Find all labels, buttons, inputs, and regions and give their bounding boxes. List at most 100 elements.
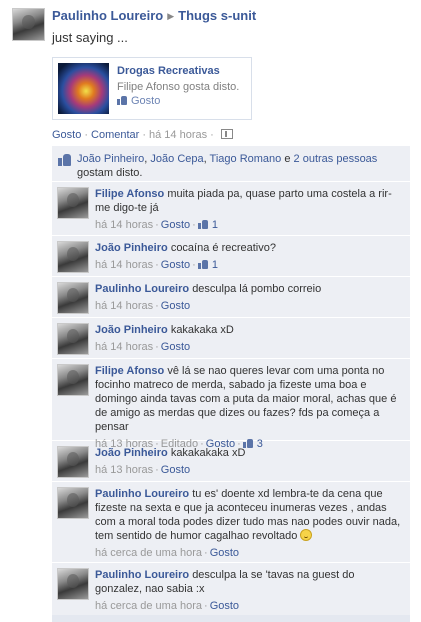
comment-text: kakakaka xD — [170, 324, 234, 336]
comment-avatar[interactable] — [57, 187, 89, 219]
likes-text: João Pinheiro, João Cepa, Tiago Romano e… — [77, 152, 397, 180]
comment-body: João Pinheiro kakakakaka xD há 13 horas ·… — [95, 446, 403, 477]
separator: · — [155, 300, 159, 312]
liker-link[interactable]: Tiago Romano — [210, 153, 282, 165]
likes-suffix: gostam disto. — [77, 167, 143, 179]
attachment-card[interactable]: Drogas Recreativas Filipe Afonso gosta d… — [52, 57, 252, 120]
separator: · — [192, 259, 196, 271]
like-button[interactable]: Gosto — [52, 129, 81, 141]
separator: · — [84, 129, 89, 141]
comment-author[interactable]: Paulinho Loureiro — [95, 569, 189, 581]
comment-body: Filipe Afonso vê lá se nao queres levar … — [95, 364, 403, 451]
post-timestamp[interactable]: há 14 horas — [149, 129, 207, 141]
comment-meta: há cerca de uma hora · Gosto — [95, 546, 403, 560]
liker-link[interactable]: João Pinheiro — [77, 153, 144, 165]
comment-like-button[interactable]: Gosto — [210, 547, 239, 559]
comment-time[interactable]: há 14 horas — [95, 341, 153, 353]
attachment-subtitle: Filipe Afonso gosta disto. — [117, 81, 240, 93]
comment-body: Filipe Afonso muita piada pa, quase part… — [95, 187, 403, 232]
comment-avatar[interactable] — [57, 487, 89, 519]
attachment-thumbnail[interactable] — [58, 63, 109, 114]
post-title-line: Paulinho Loureiro ▶ Thugs s-unit — [52, 8, 256, 23]
comment-avatar[interactable] — [57, 323, 89, 355]
likes-separator: e — [281, 153, 294, 165]
comment-time[interactable]: há 13 horas — [95, 464, 153, 476]
comment-author[interactable]: João Pinheiro — [95, 324, 168, 336]
comment-item: João Pinheiro kakakakaka xD há 13 horas ·… — [52, 441, 410, 482]
liker-link[interactable]: João Cepa — [150, 153, 203, 165]
comment-time[interactable]: há 14 horas — [95, 259, 153, 271]
post-action-bar: Gosto · Comentar · há 14 horas · — [52, 129, 233, 141]
comment-body: Paulinho Loureiro desculpa lá pombo corr… — [95, 282, 403, 313]
comment-like-number: 1 — [211, 259, 218, 271]
comment-author[interactable]: Paulinho Loureiro — [95, 488, 189, 500]
separator: · — [155, 464, 159, 476]
other-likers-link[interactable]: 2 outras pessoas — [294, 153, 378, 165]
separator: · — [210, 129, 214, 141]
add-comment-strip[interactable] — [52, 615, 410, 622]
comment-like-button[interactable]: Gosto — [161, 300, 190, 312]
comment-author[interactable]: Filipe Afonso — [95, 188, 164, 200]
attachment-like-button[interactable]: Gosto — [117, 95, 160, 107]
comment-body: Paulinho Loureiro desculpa la se 'tavas … — [95, 568, 403, 613]
comment-avatar[interactable] — [57, 282, 89, 314]
comment-author[interactable]: Filipe Afonso — [95, 365, 164, 377]
comment-like-button[interactable]: Gosto — [210, 600, 239, 612]
comment-item: Paulinho Loureiro tu es' doente xd lembr… — [52, 482, 410, 563]
comment-author[interactable]: João Pinheiro — [95, 242, 168, 254]
comment-avatar[interactable] — [57, 364, 89, 396]
separator: · — [142, 129, 146, 141]
comment-body: Paulinho Loureiro tu es' doente xd lembr… — [95, 487, 403, 560]
comment-like-number: 1 — [211, 219, 218, 231]
comment-item: Filipe Afonso muita piada pa, quase part… — [52, 182, 410, 236]
post-text: just saying ... — [52, 30, 128, 45]
comment-like-count[interactable]: 1 — [197, 219, 218, 231]
separator: · — [204, 547, 208, 559]
attachment-like-label: Gosto — [131, 95, 161, 107]
comment-text: kakakakaka xD — [170, 447, 246, 459]
likes-summary: João Pinheiro, João Cepa, Tiago Romano e… — [52, 146, 410, 182]
comment-avatar[interactable] — [57, 446, 89, 478]
comment-text: desculpa lá pombo correio — [192, 283, 322, 295]
comment-time[interactable]: há 14 horas — [95, 300, 153, 312]
comment-like-button[interactable]: Gosto — [161, 464, 190, 476]
comment-meta: há 14 horas · Gosto — [95, 299, 403, 313]
comment-meta: há cerca de uma hora · Gosto — [95, 599, 403, 613]
post-author-avatar[interactable] — [12, 8, 45, 41]
comment-avatar[interactable] — [57, 241, 89, 273]
comment-body: João Pinheiro cocaína é recreativo? há 1… — [95, 241, 403, 272]
comment-like-button[interactable]: Gosto — [161, 259, 190, 271]
comment-like-button[interactable]: Gosto — [161, 341, 190, 353]
thumbs-up-icon — [117, 95, 128, 105]
comment-author[interactable]: Paulinho Loureiro — [95, 283, 189, 295]
separator: · — [155, 341, 159, 353]
attachment-title[interactable]: Drogas Recreativas — [117, 65, 220, 77]
feedback-panel: João Pinheiro, João Cepa, Tiago Romano e… — [52, 146, 410, 622]
smiley-icon — [300, 529, 313, 541]
comment-time[interactable]: há cerca de uma hora — [95, 547, 202, 559]
audience-icon — [220, 129, 233, 139]
comment-meta: há 14 horas · Gosto · 1 — [95, 218, 403, 232]
thumbs-up-icon — [58, 153, 72, 166]
comment-avatar[interactable] — [57, 568, 89, 600]
comment-button[interactable]: Comentar — [91, 129, 139, 141]
comment-meta: há 14 horas · Gosto · 1 — [95, 258, 403, 272]
comment-time[interactable]: há cerca de uma hora — [95, 600, 202, 612]
post-target-link[interactable]: Thugs s-unit — [178, 8, 256, 23]
comment-body: João Pinheiro kakakaka xD há 14 horas · Go… — [95, 323, 403, 354]
arrow-right-icon: ▶ — [167, 11, 175, 21]
post-author-link[interactable]: Paulinho Loureiro — [52, 8, 163, 23]
comment-author[interactable]: João Pinheiro — [95, 447, 168, 459]
thumbs-up-icon — [197, 259, 209, 269]
separator: · — [155, 259, 159, 271]
comment-text: cocaína é recreativo? — [170, 242, 276, 254]
comment-time[interactable]: há 14 horas — [95, 219, 153, 231]
comment-meta: há 14 horas · Gosto — [95, 340, 403, 354]
comment-like-count[interactable]: 1 — [197, 259, 218, 271]
comment-meta: há 13 horas · Gosto — [95, 463, 403, 477]
comment-item: João Pinheiro cocaína é recreativo? há 1… — [52, 236, 410, 277]
thumbs-up-icon — [197, 219, 209, 229]
comment-item: João Pinheiro kakakaka xD há 14 horas · Go… — [52, 318, 410, 359]
comment-like-button[interactable]: Gosto — [161, 219, 190, 231]
post-header: Paulinho Loureiro ▶ Thugs s-unit just sayi… — [10, 6, 415, 50]
